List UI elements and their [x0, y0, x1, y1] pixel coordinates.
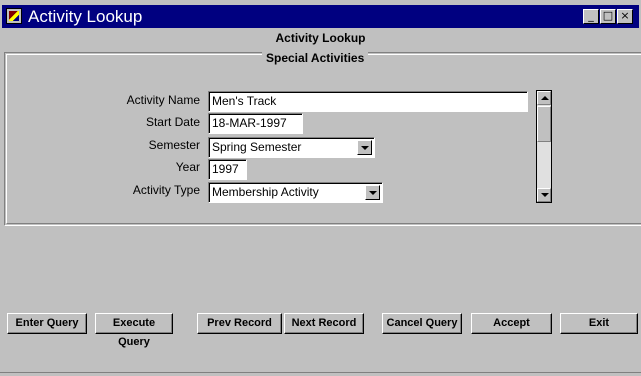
execute-query-button[interactable]: Execute Query: [95, 313, 173, 348]
semester-select[interactable]: Spring Semester: [208, 137, 375, 158]
prev-record-button[interactable]: Prev Record: [197, 313, 282, 334]
window-title: Activity Lookup: [28, 7, 143, 26]
enter-query-button[interactable]: Enter Query: [7, 313, 87, 334]
close-button[interactable]: ×: [617, 9, 633, 24]
record-scrollbar[interactable]: [536, 90, 552, 203]
status-strip: [0, 372, 641, 376]
chevron-down-icon[interactable]: [357, 140, 372, 155]
minimize-button[interactable]: _: [583, 9, 599, 24]
chevron-down-icon[interactable]: [365, 185, 380, 200]
app-icon[interactable]: [6, 8, 22, 24]
activity-type-label: Activity Type: [132, 183, 200, 197]
title-bar[interactable]: Activity Lookup _ □ ×: [2, 5, 639, 28]
activity-name-label: Activity Name: [126, 93, 200, 107]
start-date-label: Start Date: [145, 115, 200, 129]
page-title: Activity Lookup: [275, 31, 366, 45]
app-window: Activity Lookup _ □ × Activity Lookup Sp…: [0, 0, 641, 376]
activity-type-value: Membership Activity: [212, 185, 319, 199]
year-field[interactable]: 1997: [208, 159, 247, 180]
panel-title: Special Activities: [262, 51, 369, 65]
semester-label: Semester: [148, 138, 200, 152]
scroll-up-icon[interactable]: [537, 91, 551, 105]
exit-button[interactable]: Exit: [560, 313, 638, 334]
start-date-field[interactable]: 18-MAR-1997: [208, 113, 303, 134]
next-record-button[interactable]: Next Record: [284, 313, 364, 334]
cancel-query-button[interactable]: Cancel Query: [382, 313, 462, 334]
activity-type-select[interactable]: Membership Activity: [208, 182, 383, 203]
semester-value: Spring Semester: [212, 140, 302, 154]
maximize-button[interactable]: □: [600, 9, 616, 24]
accept-button[interactable]: Accept: [471, 313, 552, 334]
scroll-thumb[interactable]: [537, 106, 551, 142]
year-label: Year: [175, 160, 200, 174]
scroll-down-icon[interactable]: [537, 188, 551, 202]
activity-name-field[interactable]: Men's Track: [208, 91, 528, 112]
